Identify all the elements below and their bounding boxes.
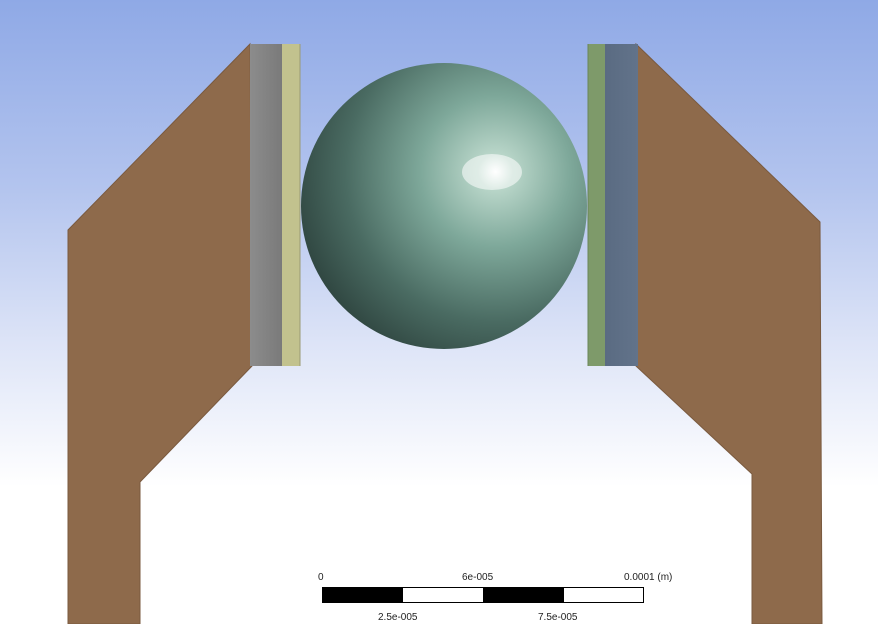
scale-seg-3 xyxy=(483,588,564,602)
scale-seg-1 xyxy=(323,588,403,602)
scale-label-2.5e-005: 2.5e-005 xyxy=(378,612,418,623)
model-scene[interactable] xyxy=(0,0,878,624)
scale-track xyxy=(322,587,644,603)
sphere-body[interactable] xyxy=(301,63,587,349)
left-plate-inner[interactable] xyxy=(282,44,300,366)
scale-label-6e-005: 6e-005 xyxy=(462,572,494,583)
left-plate-outer[interactable] xyxy=(250,44,282,366)
scale-label-0.0001: 0.0001 (m) xyxy=(624,572,673,583)
scale-seg-2 xyxy=(403,588,483,602)
sphere-highlight xyxy=(462,154,522,190)
right-arm[interactable] xyxy=(635,42,823,624)
scale-seg-4 xyxy=(564,588,643,602)
left-arm[interactable] xyxy=(67,42,253,624)
scale-bar: 0 6e-005 0.0001 (m) 2.5e-005 7.5e-005 xyxy=(300,570,700,624)
scale-label-7.5e-005: 7.5e-005 xyxy=(538,612,578,623)
graphics-viewport[interactable]: 0 6e-005 0.0001 (m) 2.5e-005 7.5e-005 xyxy=(0,0,878,624)
scale-label-0: 0 xyxy=(318,572,324,583)
right-plate-outer[interactable] xyxy=(605,44,638,366)
right-plate-inner[interactable] xyxy=(588,44,605,366)
